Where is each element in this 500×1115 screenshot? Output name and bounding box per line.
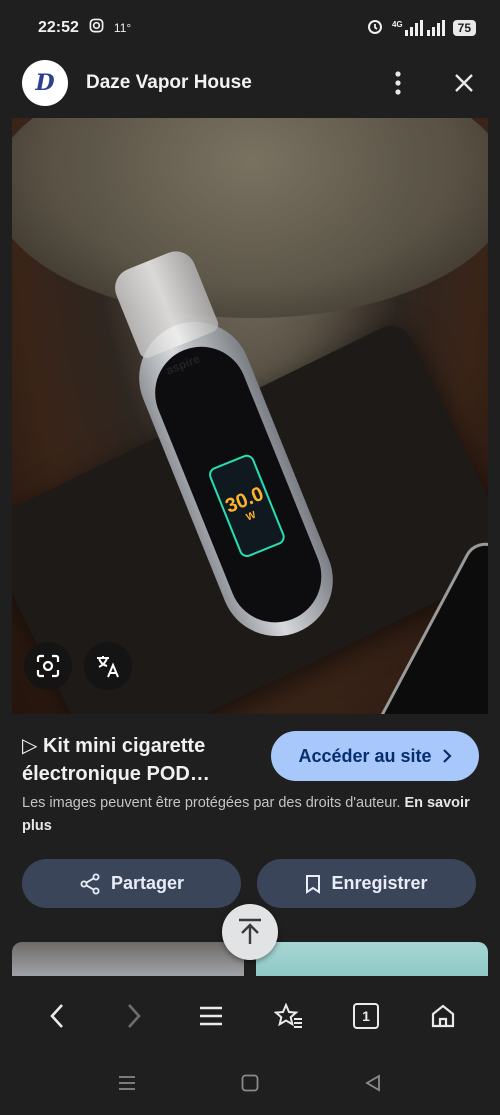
translate-button[interactable]: [84, 642, 132, 690]
copyright-text: Les images peuvent être protégées par de…: [22, 795, 401, 811]
device-brand: aspire: [163, 351, 202, 378]
site-name: Daze Vapor House: [86, 72, 252, 93]
signal-icon: 4G: [392, 20, 445, 36]
related-image-thumbnail[interactable]: [256, 942, 488, 976]
menu-button[interactable]: [189, 994, 233, 1038]
site-header: D Daze Vapor House: [0, 56, 500, 110]
home-icon: [432, 1004, 455, 1028]
arrow-up-to-line-icon: [239, 918, 261, 944]
status-left: 22:52 11°: [38, 18, 131, 38]
system-back-button[interactable]: [364, 1074, 382, 1097]
lens-icon: [36, 654, 60, 678]
chevron-right-icon: [128, 1004, 141, 1028]
chevron-right-icon: [442, 749, 452, 763]
browser-toolbar: 1: [0, 976, 500, 1056]
home-button[interactable]: [421, 994, 465, 1038]
visit-site-button[interactable]: Accéder au site: [271, 731, 479, 781]
triangle-back-icon: [365, 1074, 380, 1092]
site-logo[interactable]: D: [22, 60, 68, 106]
result-title-line1: ▷ Kit mini cigarette: [22, 735, 206, 757]
system-home-button[interactable]: [241, 1074, 259, 1097]
result-title-line2: électronique POD…: [22, 763, 210, 785]
result-image[interactable]: aspire 30.0 W: [12, 118, 488, 714]
device-screen: 30.0 W: [206, 452, 288, 560]
hamburger-icon: [200, 1006, 223, 1026]
result-title[interactable]: ▷ Kit mini cigarette électronique POD…: [22, 732, 262, 788]
site-logo-letter: D: [35, 70, 55, 96]
square-icon: [241, 1074, 259, 1092]
alarm-icon: [366, 17, 384, 40]
related-image-thumbnail[interactable]: [12, 942, 244, 976]
recents-icon: [119, 1076, 135, 1090]
close-button[interactable]: [450, 69, 478, 97]
share-label: Partager: [110, 873, 185, 893]
temperature: 11°: [113, 21, 132, 35]
back-button[interactable]: [35, 994, 79, 1038]
background-plate: [12, 118, 488, 318]
chevron-left-icon: [49, 1004, 63, 1028]
clock: 22:52: [38, 19, 79, 36]
bookmark-icon: [306, 874, 321, 894]
forward-button[interactable]: [112, 994, 156, 1038]
recent-apps-button[interactable]: [118, 1075, 136, 1096]
lens-search-button[interactable]: [24, 642, 72, 690]
instagram-icon: [89, 18, 104, 38]
save-label: Enregistrer: [331, 873, 428, 893]
save-button[interactable]: Enregistrer: [257, 859, 476, 908]
share-button[interactable]: Partager: [22, 859, 241, 908]
system-navigation: [0, 1056, 500, 1115]
more-options-button[interactable]: [384, 69, 412, 97]
more-vertical-icon: [395, 71, 401, 95]
visit-site-label: Accéder au site: [298, 745, 432, 766]
tabs-button[interactable]: 1: [344, 994, 388, 1038]
scroll-to-top-button[interactable]: [222, 904, 278, 960]
status-bar: 22:52 11° 4G 75: [0, 0, 500, 56]
network-type: 4G: [391, 20, 403, 29]
star-list-icon: [273, 1003, 302, 1028]
header-actions: [384, 69, 478, 97]
tab-count: 1: [352, 1003, 379, 1029]
share-icon: [80, 873, 100, 894]
close-icon: [455, 74, 473, 92]
battery-indicator: 75: [452, 20, 476, 36]
translate-icon: [97, 656, 119, 678]
bookmarks-button[interactable]: [267, 994, 311, 1038]
status-right: 4G 75: [366, 17, 476, 40]
device-wattage-unit: W: [244, 509, 258, 524]
copyright-notice: Les images peuvent être protégées par de…: [22, 792, 484, 838]
